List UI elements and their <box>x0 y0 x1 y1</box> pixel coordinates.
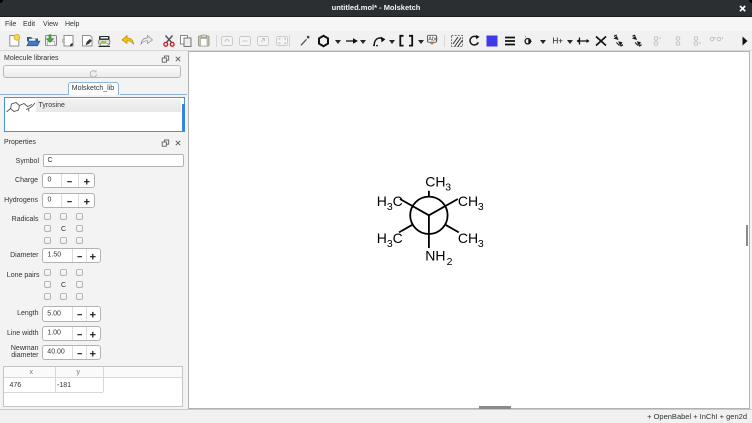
svg-text:3: 3 <box>478 238 484 250</box>
svg-text:H: H <box>377 230 387 246</box>
svg-text:CH: CH <box>458 230 478 246</box>
svg-text:NH: NH <box>425 248 445 264</box>
svg-text:Abc: Abc <box>428 37 438 43</box>
svg-text:H+: H+ <box>553 37 564 46</box>
svg-text:2: 2 <box>447 256 453 268</box>
svg-text:3: 3 <box>445 182 451 194</box>
svg-text:CH: CH <box>425 174 445 190</box>
svg-text:CH: CH <box>458 193 478 209</box>
svg-text:C: C <box>393 230 403 246</box>
svg-text:H: H <box>377 193 387 209</box>
svg-text:C: C <box>393 193 403 209</box>
svg-text:3: 3 <box>478 201 484 213</box>
